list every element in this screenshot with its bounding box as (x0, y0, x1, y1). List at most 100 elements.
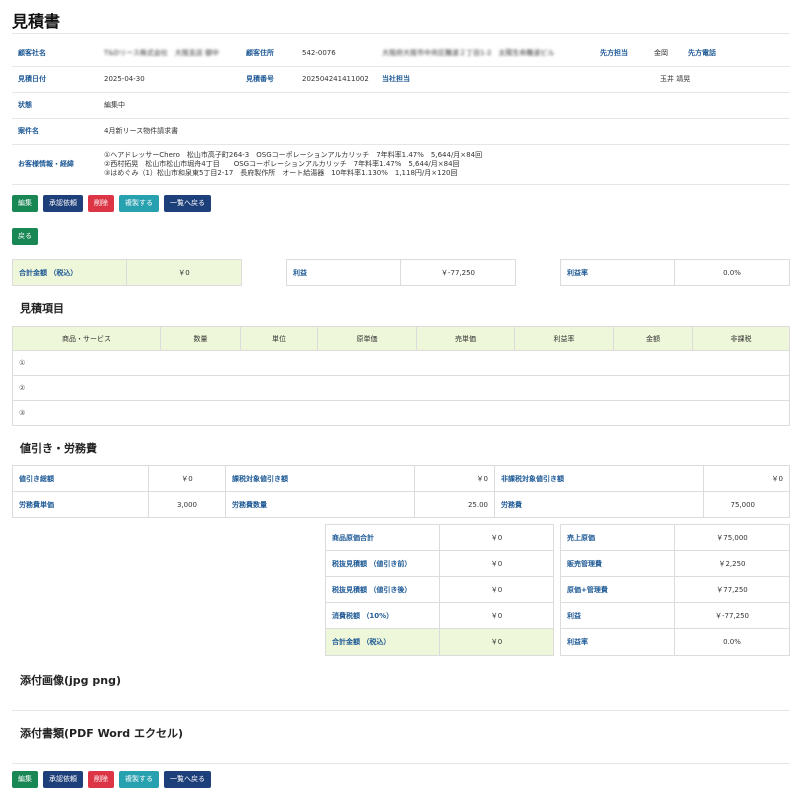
delete-button[interactable]: 削除 (88, 195, 114, 212)
summary-profit: 利益 ￥-77,250 (286, 259, 516, 286)
history-line: ①ヘアドレッサーChero 松山市高子町264-3 OSGコーポレーションアルカ… (104, 150, 483, 159)
summary-total-value: ￥0 (126, 259, 242, 286)
postal-code: 542-0076 (296, 40, 376, 67)
col-header: 原単価 (317, 326, 417, 351)
total-discount-value: ￥0 (148, 465, 226, 492)
items-section-title: 見積項目 (20, 302, 64, 315)
items-header-row: 商品・サービス 数量 単位 原単価 売単価 利益率 金額 非課税 (12, 326, 790, 351)
edit-button[interactable]: 編集 (12, 195, 38, 212)
history-text: ①ヘアドレッサーChero 松山市高子町264-3 OSGコーポレーションアルカ… (98, 144, 790, 185)
nontaxable-discount-label: 非課税対象値引き額 (494, 465, 704, 492)
customer-address-label: 顧客住所 (240, 40, 296, 67)
page-title: 見積書 (12, 12, 61, 31)
status-value: 編集中 (98, 92, 790, 119)
history-label: お客様情報・経緯 (12, 144, 98, 185)
delete-button[interactable]: 削除 (88, 771, 114, 788)
totals-label: 販売管理費 (560, 550, 675, 577)
row-number: ③ (12, 400, 790, 426)
labor-cost-label: 労務費 (494, 491, 704, 518)
table-row: ① (12, 350, 790, 376)
totals-left-table: 商品原価合計 ￥0 税抜見積額 （値引き前） ￥0 税抜見積額 （値引き後） ￥0 消… (325, 524, 554, 656)
contact-label: 先方担当 (594, 40, 648, 67)
duplicate-button[interactable]: 複製する (119, 771, 159, 788)
labor-unit-label: 労務費単価 (12, 491, 149, 518)
attached-documents-title: 添付書類(PDF Word エクセル) (20, 727, 184, 740)
totals-label: 消費税額 （10%） (325, 602, 440, 629)
customer-address: 大阪府大阪市中央区難波２丁目1-2 太陽生命難波ビル (376, 40, 594, 67)
labor-qty-value: 25.00 (414, 491, 495, 518)
table-row: ② (12, 375, 790, 401)
row-number: ② (12, 375, 790, 401)
totals-label: 利益 (560, 602, 675, 629)
quote-date: 2025-04-30 (98, 66, 240, 93)
quote-number-label: 見積番号 (240, 66, 296, 93)
case-label: 案件名 (12, 118, 98, 145)
totals-value: ￥0 (439, 524, 554, 551)
our-rep: 玉井 靖晃 (594, 66, 790, 93)
duplicate-button[interactable]: 複製する (119, 195, 159, 212)
col-header: 利益率 (514, 326, 614, 351)
quote-number: 202504241411002 (296, 66, 376, 93)
edit-button[interactable]: 編集 (12, 771, 38, 788)
back-button[interactable]: 戻る (12, 228, 38, 245)
summary-margin-value: 0.0% (674, 259, 790, 286)
labor-cost-value: 75,000 (703, 491, 790, 518)
divider (12, 33, 790, 34)
totals-value: ￥0 (439, 576, 554, 603)
col-header: 売単価 (416, 326, 515, 351)
back-to-list-button[interactable]: 一覧へ戻る (164, 195, 211, 212)
contact-name: 金岡 (648, 40, 682, 67)
totals-value: ￥77,250 (674, 576, 790, 603)
totals-value: 0.0% (674, 628, 790, 656)
items-table: 商品・サービス 数量 単位 原単価 売単価 利益率 金額 非課税 ① ② ③ (12, 326, 790, 426)
summary-profit-label: 利益 (286, 259, 401, 286)
totals-label: 税抜見積額 （値引き後） (325, 576, 440, 603)
summary-profit-value: ￥-77,250 (400, 259, 516, 286)
totals-label: 利益率 (560, 628, 675, 656)
labor-unit-value: 3,000 (148, 491, 226, 518)
history-line: ③はめぐみ（1）松山市和泉東5丁目2-17 長府製作所 オート給湯器 10年料率… (104, 168, 458, 177)
totals-label: 合計金額 （税込） (325, 628, 440, 656)
totals-value: ￥0 (439, 628, 554, 656)
col-header: 商品・サービス (12, 326, 161, 351)
totals-label: 商品原価合計 (325, 524, 440, 551)
approval-request-button[interactable]: 承認依頼 (43, 195, 83, 212)
summary-total-label: 合計金額 （税込） (12, 259, 127, 286)
history-line: ②西村拓晃 松山市松山市堀舟4丁目 OSGコーポレーションアルカリッチ 7年料率… (104, 159, 460, 168)
row-number: ① (12, 350, 790, 376)
discount-section-title: 値引き・労務費 (20, 442, 97, 455)
phone-label: 先方電話 (682, 40, 790, 67)
discount-table: 値引き総額 ￥0 課税対象値引き額 ￥0 非課税対象値引き額 ￥0 労務費単価 … (12, 465, 790, 518)
totals-label: 税抜見積額 （値引き前） (325, 550, 440, 577)
totals-value: ￥0 (439, 602, 554, 629)
totals-value: ￥2,250 (674, 550, 790, 577)
our-rep-label: 当社担当 (376, 66, 594, 93)
taxable-discount-value: ￥0 (414, 465, 495, 492)
totals-label: 売上原価 (560, 524, 675, 551)
totals-right-table: 売上原価 ￥75,000 販売管理費 ￥2,250 原価+管理費 ￥77,250 利益… (560, 524, 790, 656)
customer-name-label: 顧客社名 (12, 40, 98, 67)
taxable-discount-label: 課税対象値引き額 (225, 465, 415, 492)
table-row: ③ (12, 400, 790, 426)
customer-info-table: 顧客社名 T&Dリース株式会社 大阪支店 御中 顧客住所 542-0076 大阪… (12, 40, 790, 185)
back-button-row: 戻る (12, 228, 38, 245)
totals-value: ￥75,000 (674, 524, 790, 551)
summary-margin: 利益率 0.0% (560, 259, 790, 286)
totals-label: 原価+管理費 (560, 576, 675, 603)
nontaxable-discount-value: ￥0 (703, 465, 790, 492)
status-label: 状態 (12, 92, 98, 119)
col-header: 数量 (160, 326, 241, 351)
summary-total: 合計金額 （税込） ￥0 (12, 259, 242, 286)
total-discount-label: 値引き総額 (12, 465, 149, 492)
totals-value: ￥0 (439, 550, 554, 577)
action-buttons-top: 編集 承認依頼 削除 複製する 一覧へ戻る (12, 195, 211, 212)
attached-images-title: 添付画像(jpg png) (20, 674, 121, 687)
back-to-list-button[interactable]: 一覧へ戻る (164, 771, 211, 788)
col-header: 金額 (613, 326, 693, 351)
action-buttons-bottom: 編集 承認依頼 削除 複製する 一覧へ戻る (12, 771, 211, 788)
quote-date-label: 見積日付 (12, 66, 98, 93)
col-header: 単位 (240, 326, 318, 351)
labor-qty-label: 労務費数量 (225, 491, 415, 518)
approval-request-button[interactable]: 承認依頼 (43, 771, 83, 788)
customer-name: T&Dリース株式会社 大阪支店 御中 (98, 40, 240, 67)
